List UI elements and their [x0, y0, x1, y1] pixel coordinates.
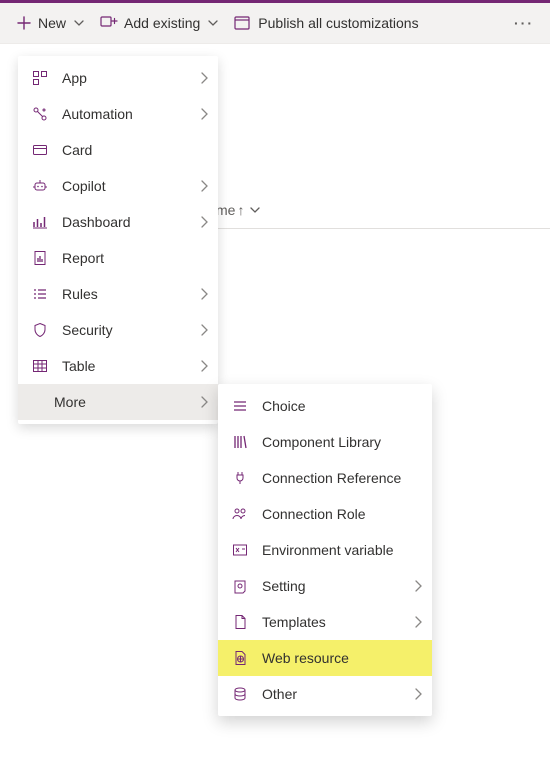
add-existing-button[interactable]: Add existing — [94, 11, 224, 35]
setting-icon — [230, 576, 250, 596]
publish-label: Publish all customizations — [258, 15, 418, 31]
menu-item-setting[interactable]: Setting — [218, 568, 432, 604]
chevron-right-icon — [200, 180, 208, 192]
menu-item-label: App — [62, 70, 188, 86]
menu-item-label: Connection Role — [262, 506, 422, 522]
people-icon — [230, 504, 250, 524]
plug-icon — [230, 468, 250, 488]
publish-button[interactable]: Publish all customizations — [228, 11, 424, 35]
canvas: me ↑ App Automation Card — [0, 44, 550, 756]
menu-item-label: Connection Reference — [262, 470, 422, 486]
menu-item-label: Environment variable — [262, 542, 422, 558]
sort-up-icon: ↑ — [237, 202, 244, 218]
column-header-name[interactable]: me ↑ — [216, 202, 260, 218]
chevron-right-icon — [200, 72, 208, 84]
chevron-right-icon — [200, 216, 208, 228]
database-icon — [230, 684, 250, 704]
chevron-right-icon — [200, 324, 208, 336]
menu-item-environment-variable[interactable]: Environment variable — [218, 532, 432, 568]
menu-item-label: Automation — [62, 106, 188, 122]
menu-item-label: Rules — [62, 286, 188, 302]
menu-item-label: Report — [62, 250, 208, 266]
menu-item-component-library[interactable]: Component Library — [218, 424, 432, 460]
template-icon — [230, 612, 250, 632]
menu-item-card[interactable]: Card — [18, 132, 218, 168]
choice-icon — [230, 396, 250, 416]
menu-item-choice[interactable]: Choice — [218, 388, 432, 424]
menu-item-label: Card — [62, 142, 208, 158]
menu-item-label: Other — [262, 686, 402, 702]
dashboard-icon — [30, 212, 50, 232]
menu-item-connection-reference[interactable]: Connection Reference — [218, 460, 432, 496]
menu-item-security[interactable]: Security — [18, 312, 218, 348]
plus-icon — [16, 15, 32, 31]
menu-item-connection-role[interactable]: Connection Role — [218, 496, 432, 532]
new-menu: App Automation Card Copilot — [18, 56, 218, 424]
card-icon — [30, 140, 50, 160]
menu-item-label: Security — [62, 322, 188, 338]
chevron-down-icon — [250, 205, 260, 215]
library-icon — [230, 432, 250, 452]
chevron-right-icon — [414, 616, 422, 628]
menu-item-label: Dashboard — [62, 214, 188, 230]
chevron-right-icon — [200, 396, 208, 408]
chevron-right-icon — [200, 360, 208, 372]
menu-item-templates[interactable]: Templates — [218, 604, 432, 640]
web-resource-icon — [230, 648, 250, 668]
menu-item-automation[interactable]: Automation — [18, 96, 218, 132]
menu-item-label: Copilot — [62, 178, 188, 194]
menu-item-label: More — [30, 394, 188, 410]
chevron-down-icon — [208, 18, 218, 28]
chevron-right-icon — [414, 580, 422, 592]
chevron-right-icon — [200, 288, 208, 300]
chevron-right-icon — [200, 108, 208, 120]
shield-icon — [30, 320, 50, 340]
chevron-down-icon — [74, 18, 84, 28]
automation-icon — [30, 104, 50, 124]
publish-icon — [234, 15, 252, 31]
menu-item-label: Component Library — [262, 434, 422, 450]
add-existing-icon — [100, 15, 118, 31]
add-existing-label: Add existing — [124, 15, 200, 31]
more-submenu: Choice Component Library Connection Refe… — [218, 384, 432, 716]
rules-icon — [30, 284, 50, 304]
menu-item-label: Web resource — [262, 650, 422, 666]
new-button[interactable]: New — [10, 11, 90, 35]
menu-item-label: Templates — [262, 614, 402, 630]
overflow-menu-button[interactable]: ··· — [508, 11, 540, 35]
menu-item-rules[interactable]: Rules — [18, 276, 218, 312]
menu-item-table[interactable]: Table — [18, 348, 218, 384]
app-icon — [30, 68, 50, 88]
menu-item-label: Table — [62, 358, 188, 374]
chevron-right-icon — [414, 688, 422, 700]
menu-item-app[interactable]: App — [18, 60, 218, 96]
toolbar: New Add existing Publish all customizati… — [0, 3, 550, 44]
menu-item-web-resource[interactable]: Web resource — [218, 640, 432, 676]
menu-item-report[interactable]: Report — [18, 240, 218, 276]
table-icon — [30, 356, 50, 376]
menu-item-copilot[interactable]: Copilot — [18, 168, 218, 204]
variable-icon — [230, 540, 250, 560]
report-icon — [30, 248, 50, 268]
menu-item-more[interactable]: More — [18, 384, 218, 420]
menu-item-other[interactable]: Other — [218, 676, 432, 712]
menu-item-label: Choice — [262, 398, 422, 414]
header-underline — [216, 228, 550, 229]
column-header-text: me — [216, 202, 235, 218]
new-button-label: New — [38, 15, 66, 31]
menu-item-label: Setting — [262, 578, 402, 594]
menu-item-dashboard[interactable]: Dashboard — [18, 204, 218, 240]
copilot-icon — [30, 176, 50, 196]
